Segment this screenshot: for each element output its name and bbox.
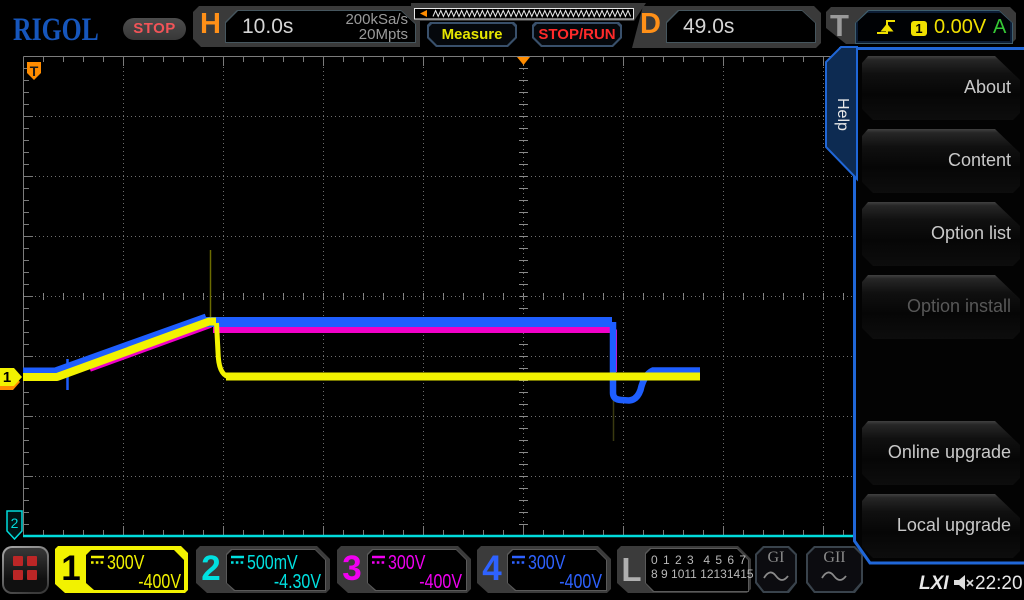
svg-text:1: 1 — [3, 369, 11, 386]
svg-text:T: T — [30, 63, 39, 79]
svg-text:1: 1 — [915, 21, 922, 36]
svg-text:2: 2 — [11, 515, 19, 531]
